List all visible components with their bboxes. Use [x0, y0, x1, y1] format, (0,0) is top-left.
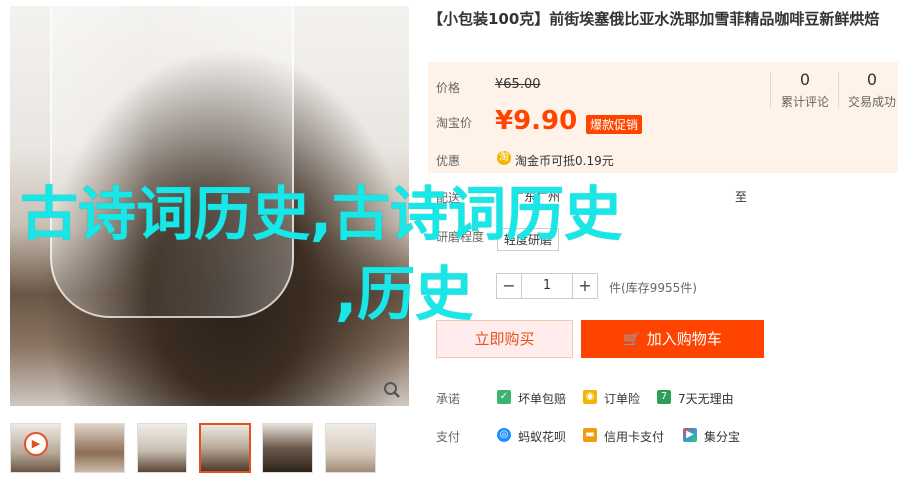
- play-icon: ▶: [24, 432, 48, 456]
- thumbnail-2[interactable]: [74, 423, 125, 473]
- zoom-icon[interactable]: [383, 381, 403, 401]
- add-to-cart-button[interactable]: 🛒 加入购物车: [581, 320, 764, 358]
- stats-divider: [838, 72, 839, 108]
- stats-divider: [770, 72, 771, 108]
- insurance-icon: ◉: [583, 390, 597, 404]
- payment-item[interactable]: 信用卡支付: [604, 428, 664, 445]
- promo-price-label: 淘宝价: [436, 116, 473, 130]
- thumbnail-4[interactable]: [199, 423, 251, 473]
- promise-item[interactable]: 坏单包赔: [518, 390, 566, 407]
- thumbnail-video[interactable]: ▶: [10, 423, 61, 473]
- promo-badge: 爆款促销: [586, 115, 643, 134]
- thumbnail-6[interactable]: [325, 423, 376, 473]
- credit-card-icon: ▬: [583, 428, 597, 442]
- add-to-cart-label: 加入购物车: [646, 330, 722, 348]
- quantity-decrease-button[interactable]: −: [496, 273, 522, 299]
- payment-item[interactable]: 集分宝: [704, 428, 740, 445]
- promise-label: 承诺: [436, 392, 461, 406]
- payment-label: 支付: [436, 430, 461, 444]
- jifenbao-icon: ▶: [683, 428, 697, 442]
- discount-label: 优惠: [436, 154, 461, 168]
- review-count-label[interactable]: 累计评论: [775, 93, 835, 110]
- cart-icon: 🛒: [623, 332, 641, 348]
- seven-days-icon: 7: [657, 390, 671, 404]
- quantity-input[interactable]: 1: [522, 273, 572, 299]
- thumbnail-3[interactable]: [137, 423, 187, 473]
- stock-info: 件(库存9955件): [609, 281, 697, 295]
- promo-price: ¥9.90: [495, 106, 578, 136]
- product-title: 【小包装100克】前街埃塞俄比亚水洗耶加雪菲精品咖啡豆新鲜烘焙: [428, 10, 880, 28]
- sales-count: 0: [866, 70, 878, 89]
- delivery-to: 至: [735, 190, 748, 204]
- taobao-coin-icon: 淘: [497, 151, 511, 165]
- watermark-overlay: 古诗词历史,古诗词历史: [20, 180, 623, 248]
- original-price: ¥65.00: [495, 77, 541, 92]
- glass-jar-illustration: [50, 6, 294, 318]
- discount-value: 淘金币可抵0.19元: [515, 154, 614, 168]
- huabei-icon: ◎: [497, 428, 511, 442]
- watermark-overlay-line2: ,历史: [335, 260, 474, 328]
- promise-item[interactable]: 7天无理由: [678, 390, 734, 407]
- shield-icon: ✓: [497, 390, 511, 404]
- original-price-label: 价格: [436, 81, 461, 95]
- quantity-increase-button[interactable]: +: [572, 273, 598, 299]
- thumbnail-5[interactable]: [262, 423, 313, 473]
- sales-count-label: 交易成功: [847, 95, 896, 109]
- promise-item[interactable]: 订单险: [604, 390, 640, 407]
- review-count: 0: [799, 70, 811, 89]
- payment-item[interactable]: 蚂蚁花呗: [518, 428, 566, 445]
